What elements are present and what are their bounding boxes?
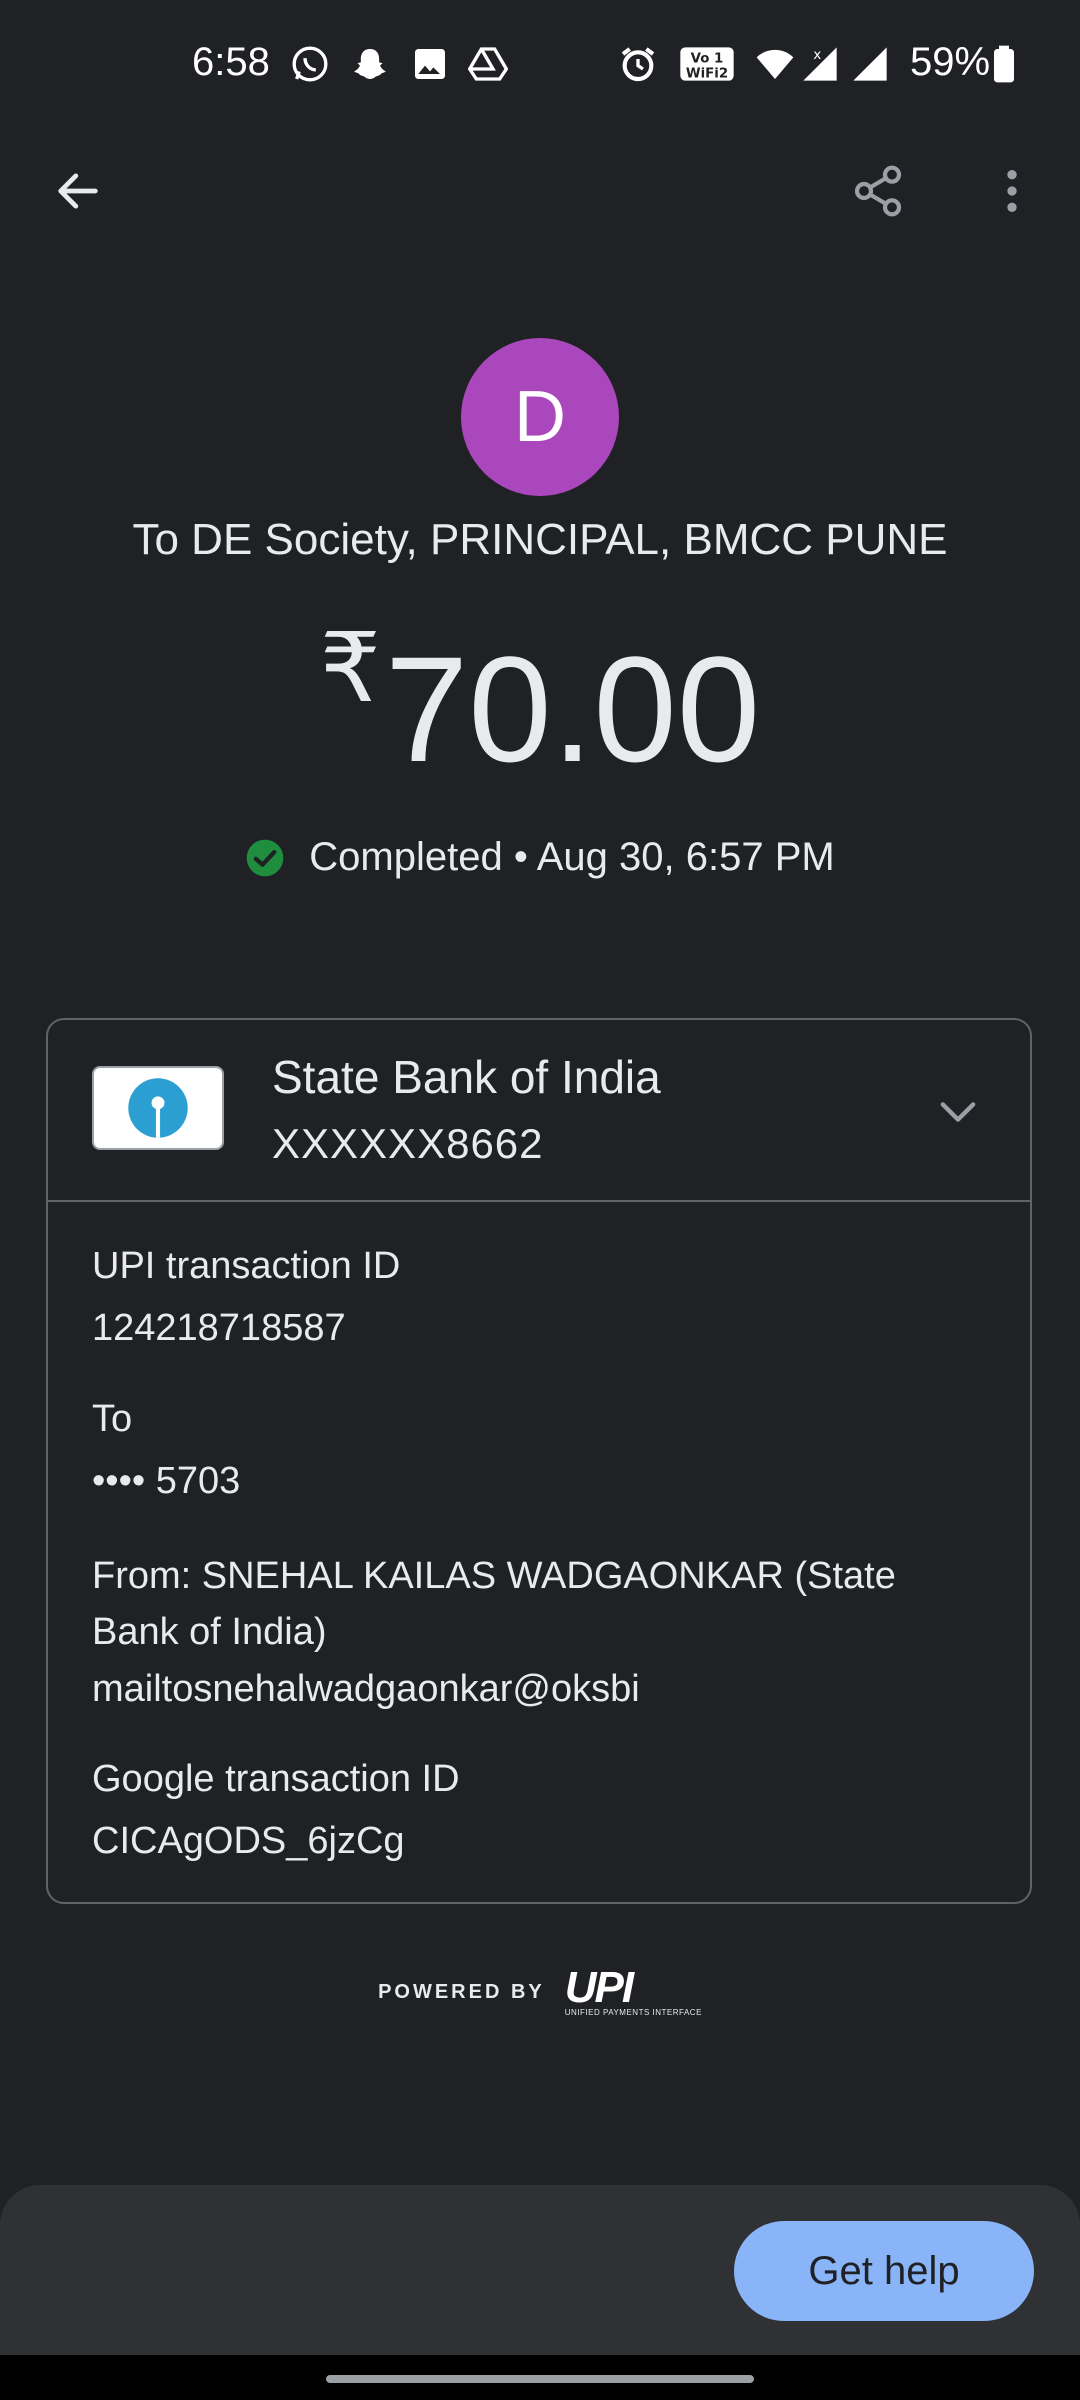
amount: ₹70.00 [0,612,1080,794]
powered-by-text: POWERED BY [378,1981,545,2003]
transaction-details-card: State Bank of India XXXXXX8662 UPI trans… [46,1018,1032,1904]
signal-icon-2 [853,47,887,81]
gesture-handle[interactable] [326,2375,754,2383]
gallery-icon [415,49,445,79]
more-options-button[interactable] [964,143,1060,239]
svg-text:WiFi2: WiFi2 [686,66,728,81]
back-button[interactable] [30,143,126,239]
back-arrow-icon [58,173,98,209]
upi-logo-mark: UPI [564,1963,634,2012]
battery-percent: 59% [910,40,991,84]
svg-text:x: x [813,48,821,63]
currency-symbol: ₹ [319,615,381,722]
from-details: From: SNEHAL KAILAS WADGAONKAR (State Ba… [92,1555,896,1653]
navigation-bar [0,2355,1080,2400]
transaction-status: Completed • Aug 30, 6:57 PM [0,835,1080,880]
transaction-details-screen: 6:58 Vo 1 WiFi2 x 59% D To DE Society, P… [0,0,1080,2400]
upi-transaction-id-label: UPI transaction ID [92,1245,401,1287]
google-transaction-id-label: Google transaction ID [92,1758,460,1800]
to-account-value: •••• 5703 [92,1460,241,1502]
status-bar: 6:58 Vo 1 WiFi2 x 59% [0,0,1080,130]
bank-account-number: XXXXXX8662 [272,1120,544,1167]
whatsapp-icon [292,46,328,82]
avatar: D [461,338,619,496]
drive-icon [468,47,508,81]
battery-icon [994,45,1014,83]
svg-text:Vo 1: Vo 1 [691,51,724,66]
status-text: Completed • Aug 30, 6:57 PM [309,835,835,879]
signal-icon: x [803,47,837,81]
chevron-down-icon[interactable] [932,1086,984,1138]
vowifi-icon: Vo 1 WiFi2 [680,47,734,81]
google-transaction-id-value: CICAgODS_6jzCg [92,1820,405,1862]
bank-account-row[interactable]: State Bank of India XXXXXX8662 [48,1020,1030,1202]
powered-by-upi: POWERED BY UPI UNIFIED PAYMENTS INTERFAC… [0,1963,1080,2018]
amount-value: 70.00 [384,625,761,793]
sbi-logo-icon [92,1066,224,1150]
upi-logo-subtitle: UNIFIED PAYMENTS INTERFACE [564,2008,702,2017]
status-time: 6:58 [192,40,270,84]
wifi-icon [756,49,794,79]
check-circle-icon [246,839,284,876]
from-email: mailtosnehalwadgaonkar@oksbi [92,1668,640,1710]
payee-name: To DE Society, PRINCIPAL, BMCC PUNE [132,515,948,564]
upi-transaction-id-value: 124218718587 [92,1307,346,1349]
bank-name: State Bank of India [272,1051,661,1103]
alarm-icon [621,47,655,82]
more-vert-icon [1007,170,1017,212]
upi-logo: UPI UNIFIED PAYMENTS INTERFACE [564,1963,702,2018]
share-icon [854,165,902,217]
bottom-action-bar: Get help [0,2185,1080,2355]
to-label: To [92,1398,133,1440]
get-help-button[interactable]: Get help [734,2221,1034,2321]
share-button[interactable] [830,143,926,239]
snapchat-icon [354,49,386,79]
